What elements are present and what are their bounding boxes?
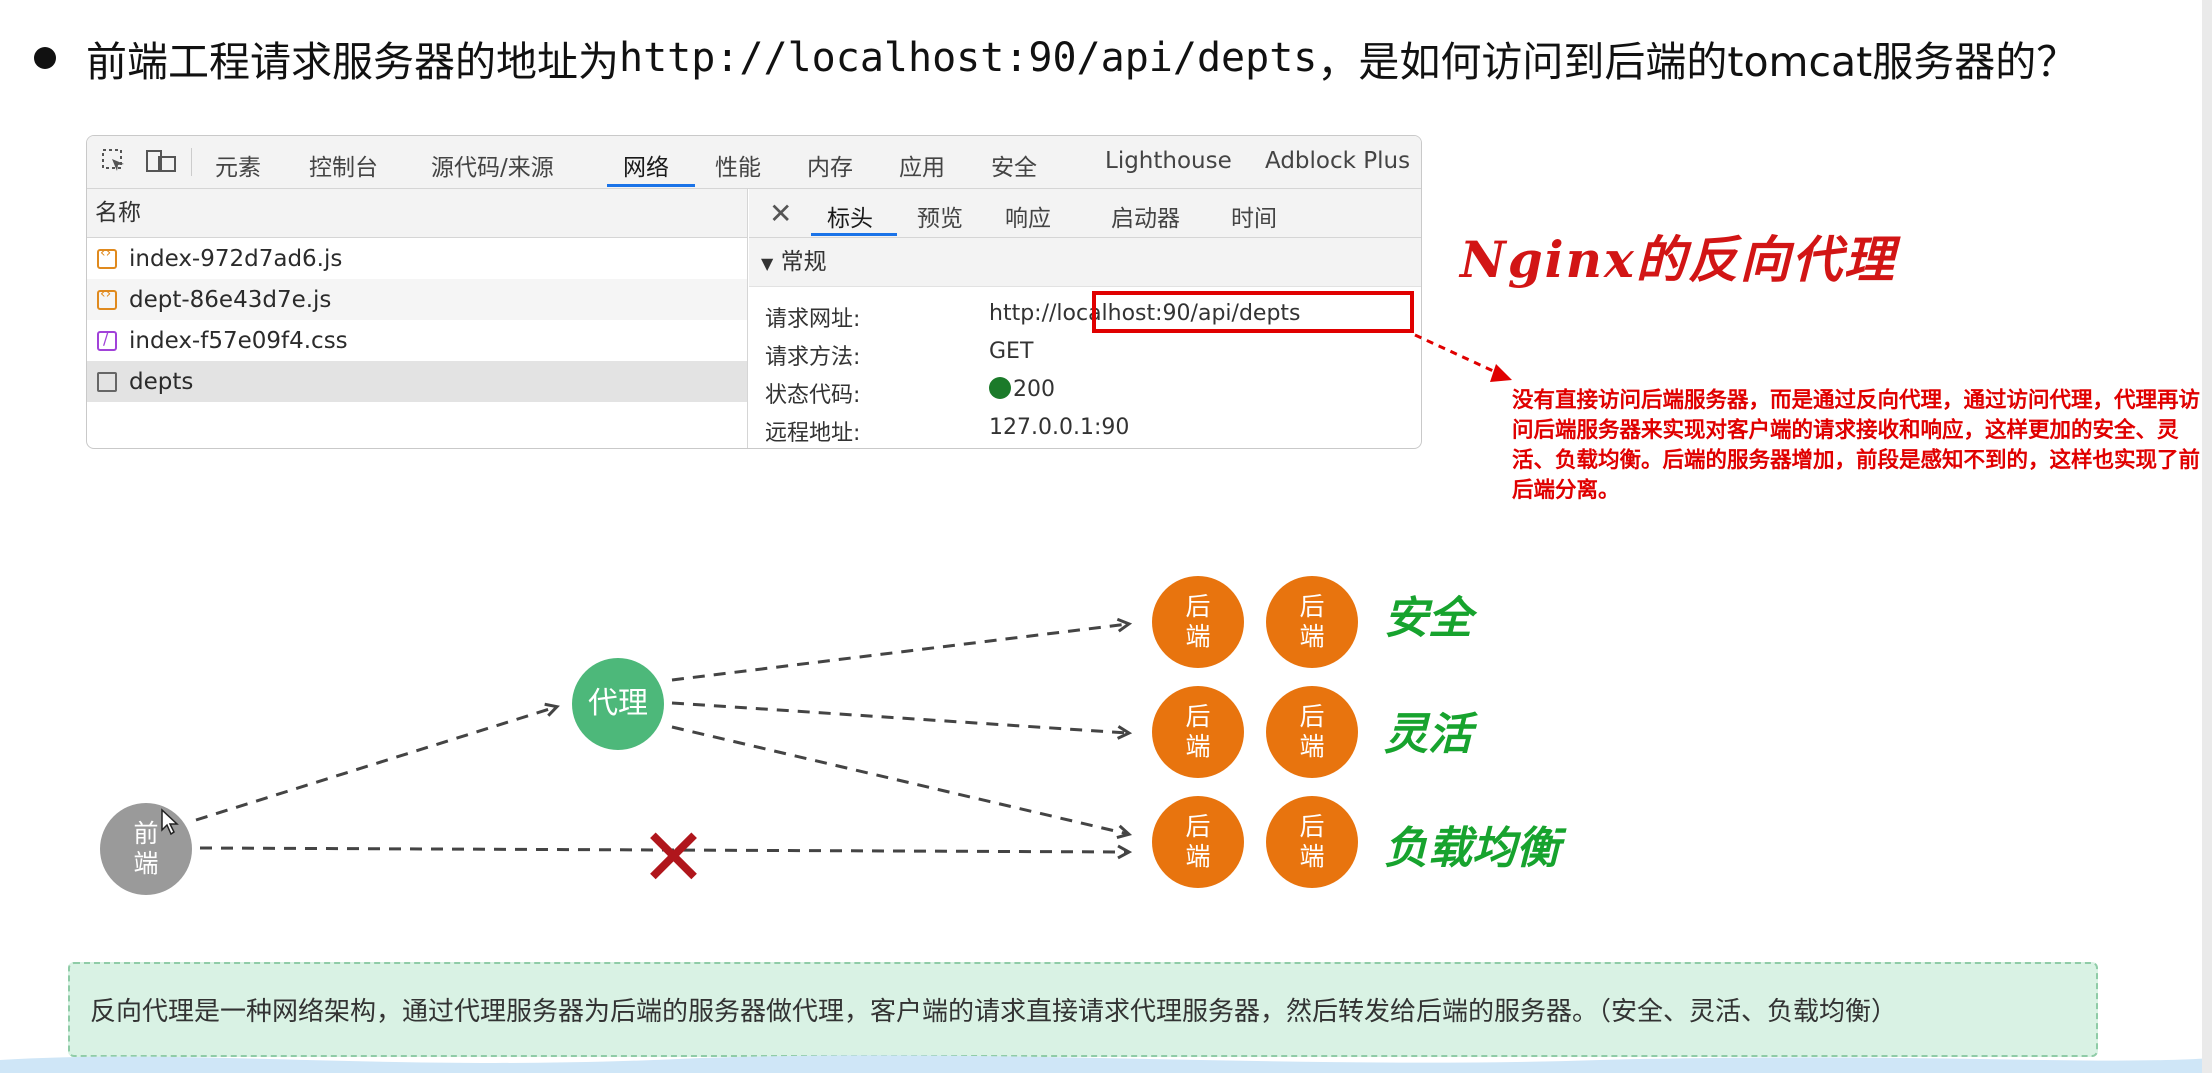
backend-label: 后 端 — [1185, 812, 1211, 871]
backend-label: 后 端 — [1185, 592, 1211, 651]
backend-label: 后 端 — [1299, 812, 1325, 871]
slide: 前端工程请求服务器的地址为 http://localhost:90/api/de… — [0, 0, 2212, 1073]
definition-box: 反向代理是一种网络架构，通过代理服务器为后端的服务器做代理，客户端的请求直接请求… — [68, 962, 2098, 1057]
backend-label: 后 端 — [1299, 592, 1325, 651]
definition-text: 反向代理是一种网络架构，通过代理服务器为后端的服务器做代理，客户端的请求直接请求… — [90, 997, 1898, 1027]
backend-label: 后 端 — [1299, 702, 1325, 761]
decorative-wave — [0, 1055, 2212, 1073]
right-edge — [2202, 0, 2212, 1073]
proxy-label: 代理 — [588, 686, 648, 721]
diagram-connectors — [195, 0, 2212, 1073]
backend-node: 后 端 — [1152, 686, 1244, 778]
caption-flexibility: 灵活 — [1384, 709, 1472, 760]
backend-node: 后 端 — [1266, 686, 1358, 778]
caption-security: 安全 — [1384, 593, 1472, 644]
frontend-label: 前 端 — [133, 819, 159, 878]
proxy-node: 代理 — [572, 658, 664, 750]
backend-node: 后 端 — [1152, 796, 1244, 888]
cursor-icon — [160, 808, 180, 840]
blocked-cross-icon: ✕ — [640, 811, 708, 904]
backend-node: 后 端 — [1266, 576, 1358, 668]
backend-node: 后 端 — [1152, 576, 1244, 668]
caption-load-balancing: 负载均衡 — [1384, 823, 1560, 874]
backend-node: 后 端 — [1266, 796, 1358, 888]
backend-label: 后 端 — [1185, 702, 1211, 761]
